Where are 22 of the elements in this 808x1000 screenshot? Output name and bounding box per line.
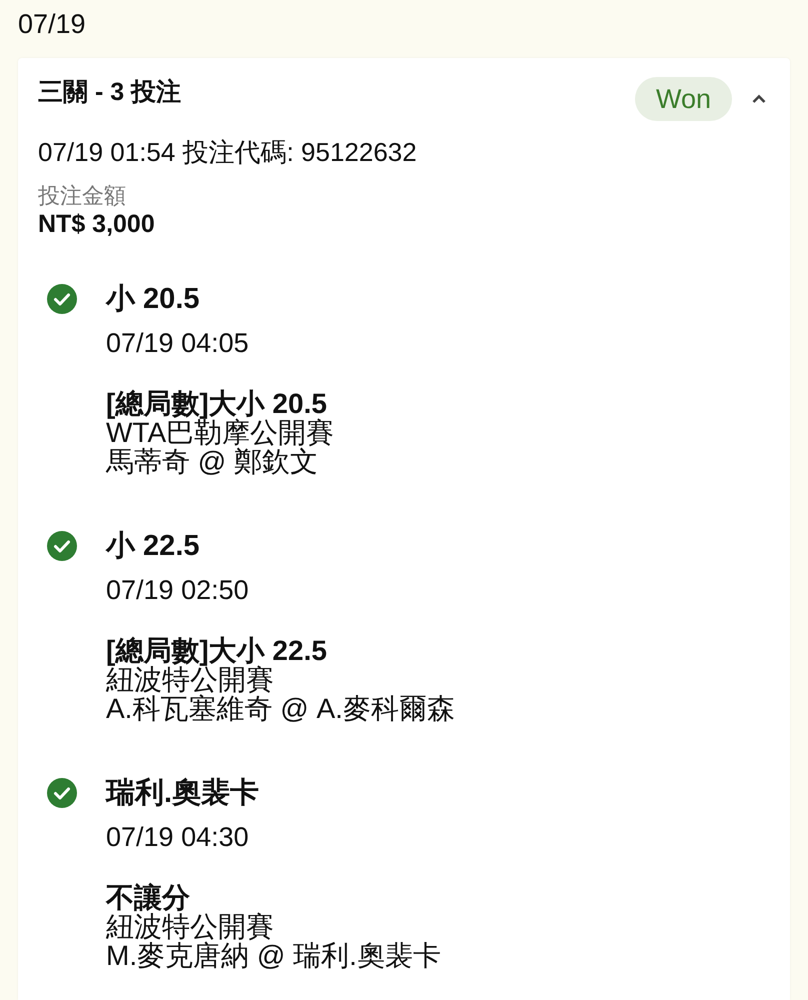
leg-event: 紐波特公開賽 (106, 912, 274, 941)
stake-label: 投注金額 (38, 183, 127, 209)
leg-event: WTA巴勒摩公開賽 (106, 418, 334, 447)
chevron-up-icon (752, 94, 766, 102)
leg-market: [總局數]大小 22.5 (106, 636, 327, 665)
leg-match: 馬蒂奇 @ 鄭欽文 (106, 447, 318, 476)
leg-time: 07/19 02:50 (106, 574, 249, 606)
status-badge: Won (634, 77, 732, 121)
date-heading: 07/19 (18, 8, 87, 40)
leg-market: 不讓分 (106, 883, 190, 912)
leg-selection: 小 20.5 (106, 282, 200, 316)
leg-time: 07/19 04:05 (106, 327, 249, 359)
bet-title: 三關 - 3 投注 (38, 77, 182, 108)
leg-selection: 小 22.5 (106, 529, 200, 563)
bet-placed-info: 07/19 01:54 投注代碼: 95122632 (38, 136, 418, 168)
stake-amount: NT$ 3,000 (38, 210, 156, 238)
leg-market: [總局數]大小 20.5 (106, 389, 327, 418)
leg-event: 紐波特公開賽 (106, 665, 274, 694)
leg-match: A.科瓦塞維奇 @ A.麥科爾森 (106, 694, 455, 723)
leg-selection: 瑞利.奧裴卡 (106, 776, 260, 810)
leg-match: M.麥克唐納 @ 瑞利.奧裴卡 (106, 941, 441, 970)
leg-time: 07/19 04:30 (106, 821, 249, 853)
